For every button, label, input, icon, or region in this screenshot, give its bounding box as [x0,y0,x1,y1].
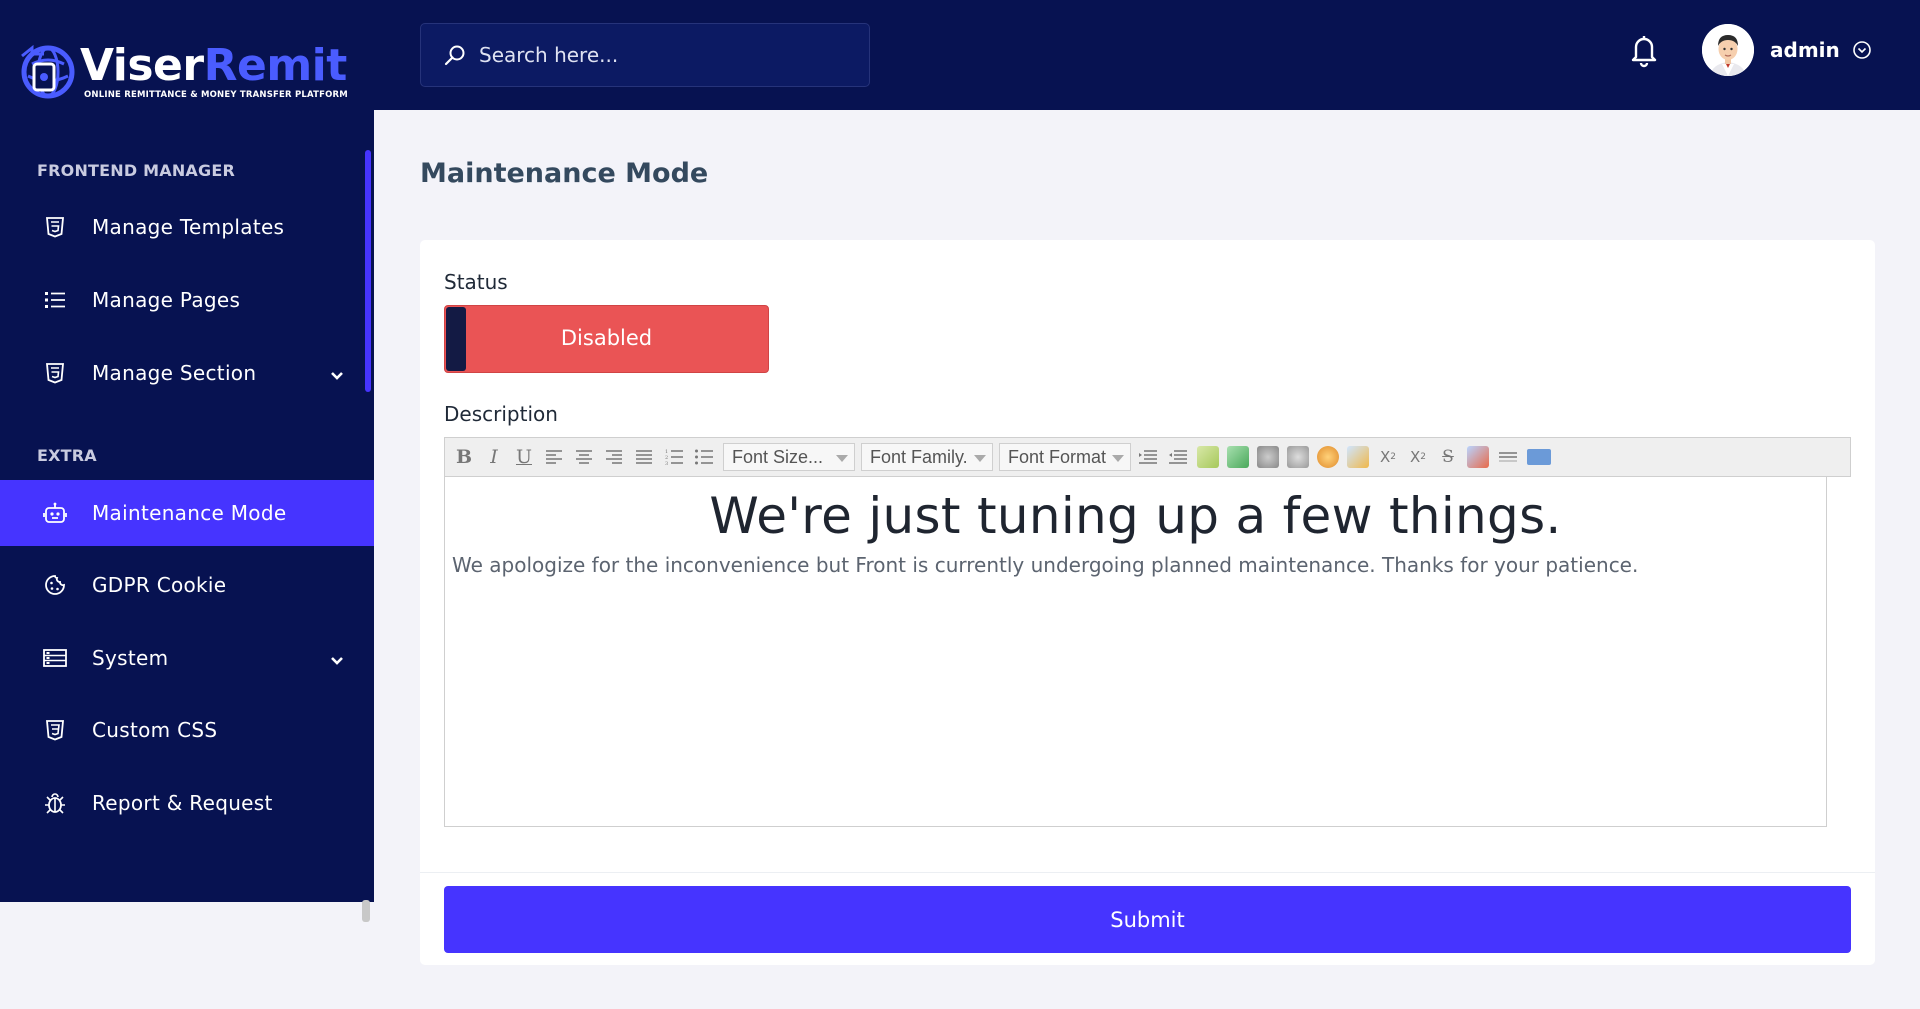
align-left-icon[interactable] [543,446,565,468]
globe-logo-icon [18,42,76,104]
search-box[interactable] [420,23,870,87]
insert-image-icon[interactable] [1197,446,1219,468]
sidebar-item-label: Maintenance Mode [92,501,287,525]
html5-icon [43,215,67,239]
user-name: admin [1770,38,1840,62]
horizontal-rule-icon[interactable] [1497,446,1519,468]
edit-html-icon[interactable] [1347,446,1369,468]
status-toggle[interactable]: Disabled [444,305,769,373]
sidebar-scrollbar[interactable] [365,150,371,392]
notification-bell-icon[interactable] [1628,32,1660,68]
dropdown-arrow-icon [836,455,848,462]
list-icon [43,288,67,312]
avatar [1702,24,1754,76]
chevron-down-icon [330,366,344,385]
dropdown-arrow-icon [1112,455,1124,462]
sidebar-item-custom-css[interactable]: Custom CSS [0,697,374,763]
remove-format-icon[interactable] [1467,446,1489,468]
editor-content-area[interactable]: We're just tuning up a few things. We ap… [444,477,1827,827]
outdent-icon[interactable] [1167,446,1189,468]
sidebar-scrollbar-lower[interactable] [362,900,370,922]
sidebar: ViserRemit ONLINE REMITTANCE & MONEY TRA… [0,0,374,902]
card-divider [420,872,1875,873]
sidebar-item-maintenance-mode[interactable]: Maintenance Mode [0,480,374,546]
align-center-icon[interactable] [573,446,595,468]
sidebar-item-label: Manage Templates [92,215,285,239]
search-icon [443,43,467,67]
chevron-down-icon [330,651,344,670]
font-format-select[interactable]: Font Format [999,443,1131,471]
maintenance-form-card: Status Disabled Description B I U 123 Fo… [420,240,1875,965]
sidebar-item-gdpr-cookie[interactable]: GDPR Cookie [0,552,374,618]
rich-text-editor: B I U 123 Font Size... Font Family. Font… [444,437,1851,827]
font-size-value: Font Size... [732,446,824,467]
brand-tagline: ONLINE REMITTANCE & MONEY TRANSFER PLATF… [84,90,348,100]
topbar: admin [374,0,1920,110]
sidebar-item-system[interactable]: System [0,625,374,691]
upload-icon[interactable] [1227,446,1249,468]
server-icon [43,646,67,670]
font-family-select[interactable]: Font Family. [861,443,993,471]
unordered-list-icon[interactable] [693,446,715,468]
html-source-icon[interactable] [1527,449,1551,465]
strikethrough-icon[interactable]: S [1437,446,1459,468]
font-format-value: Font Format [1008,446,1107,467]
sidebar-item-label: Custom CSS [92,718,218,742]
content-heading: We're just tuning up a few things. [709,487,1562,545]
css3-icon [43,718,67,742]
html5-icon [43,361,67,385]
menu-heading-frontend-manager: FRONTEND MANAGER [37,161,235,180]
robot-icon [43,501,67,525]
unlink-icon[interactable] [1287,446,1309,468]
ordered-list-icon[interactable]: 123 [663,446,685,468]
search-input[interactable] [479,43,859,67]
font-family-value: Font Family. [870,446,968,467]
underline-button[interactable]: U [513,446,535,468]
color-palette-icon[interactable] [1317,446,1339,468]
brand-name: ViserRemit [80,40,347,91]
content-paragraph: We apologize for the inconvenience but F… [452,553,1639,577]
sidebar-item-manage-pages[interactable]: Manage Pages [0,267,374,333]
status-toggle-label: Disabled [560,326,653,350]
editor-toolbar: B I U 123 Font Size... Font Family. Font… [444,437,1851,477]
subscript-icon[interactable]: X2 [1377,446,1399,468]
align-right-icon[interactable] [603,446,625,468]
sidebar-item-label: Manage Pages [92,288,241,312]
align-justify-icon[interactable] [633,446,655,468]
sidebar-item-label: System [92,646,169,670]
superscript-icon[interactable]: X2 [1407,446,1429,468]
sidebar-item-report-request[interactable]: Report & Request [0,770,374,836]
chevron-down-circle-icon [1852,40,1872,60]
description-label: Description [444,402,558,426]
sidebar-item-label: Manage Section [92,361,257,385]
submit-button[interactable]: Submit [444,886,1851,953]
link-icon[interactable] [1257,446,1279,468]
brand-logo[interactable]: ViserRemit ONLINE REMITTANCE & MONEY TRA… [18,42,348,104]
sidebar-item-label: Report & Request [92,791,273,815]
sidebar-item-manage-templates[interactable]: Manage Templates [0,194,374,260]
sidebar-item-manage-section[interactable]: Manage Section [0,340,374,406]
menu-heading-extra: EXTRA [37,446,97,465]
svg-text:3: 3 [665,461,668,466]
bold-button[interactable]: B [453,446,475,468]
font-size-select[interactable]: Font Size... [723,443,855,471]
bug-icon [43,791,67,815]
italic-button[interactable]: I [483,446,505,468]
user-menu[interactable]: admin [1702,24,1872,76]
page-title: Maintenance Mode [420,158,709,189]
status-label: Status [444,270,508,294]
cookie-icon [43,573,67,597]
sidebar-item-label: GDPR Cookie [92,573,227,597]
dropdown-arrow-icon [974,455,986,462]
indent-icon[interactable] [1137,446,1159,468]
